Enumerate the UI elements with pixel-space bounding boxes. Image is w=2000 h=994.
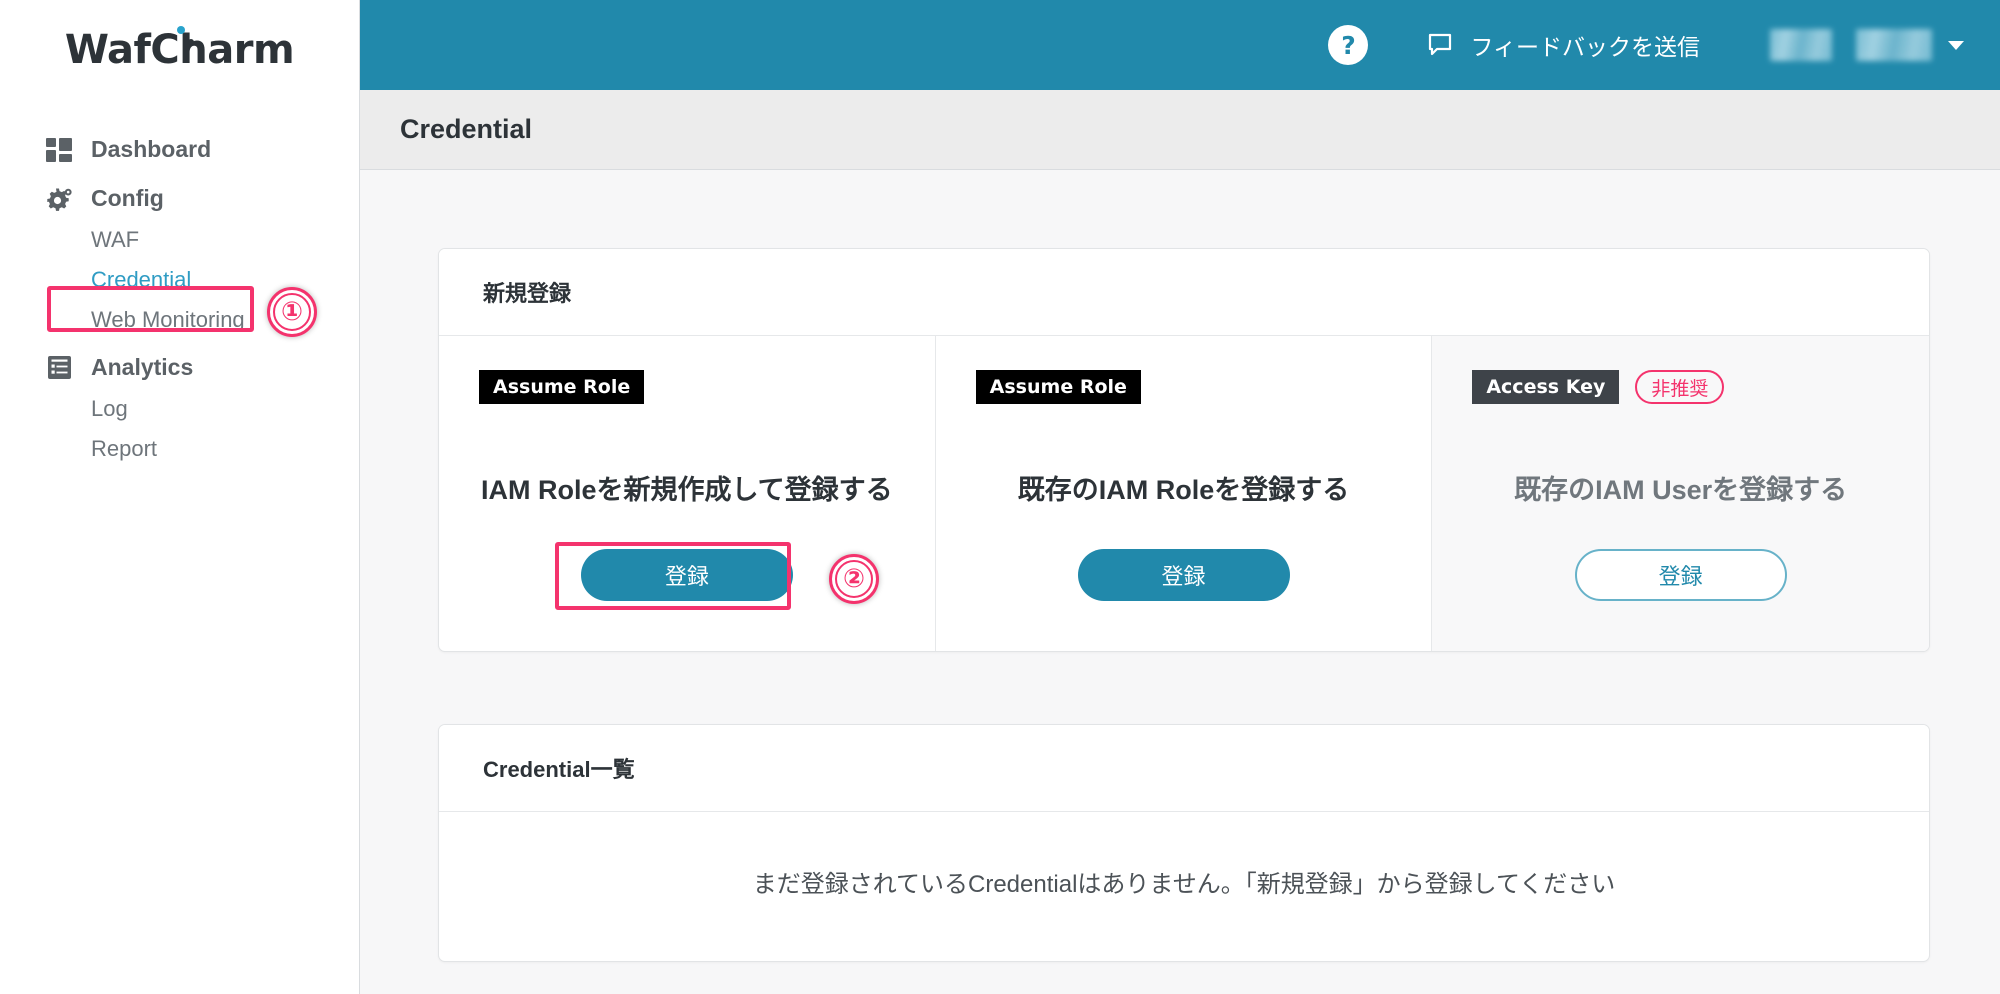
clipboard-list-icon xyxy=(44,355,74,381)
annotation-marker-2: ② xyxy=(829,554,879,604)
register-button-existing-iam-role[interactable]: 登録 xyxy=(1077,549,1290,601)
status-badge-assume-role: Assume Role xyxy=(975,370,1141,404)
registration-options: Assume Role IAM Roleを新規作成して登録する 登録 Assum… xyxy=(439,336,1929,651)
gear-icon xyxy=(44,186,74,212)
registration-option-existing-iam-user: Access Key 非推奨 既存のIAM Userを登録する 登録 xyxy=(1432,336,1929,651)
dashboard-grid-icon xyxy=(44,137,74,163)
sidebar-item-label: Config xyxy=(91,185,164,211)
button-row: 登録 xyxy=(976,549,1392,601)
status-badge-deprecated: 非推奨 xyxy=(1635,370,1725,404)
sidebar-item-label: Analytics xyxy=(91,354,194,380)
button-row: 登録 xyxy=(1472,549,1889,601)
registration-option-title: 既存のIAM Userを登録する xyxy=(1514,475,1848,505)
user-name-masked-first xyxy=(1770,29,1832,61)
annotation-marker-1: ① xyxy=(267,287,317,337)
sidebar-item-report[interactable]: Report xyxy=(0,429,359,469)
speech-bubble-icon xyxy=(1428,33,1454,57)
content-area: 新規登録 Assume Role IAM Roleを新規作成して登録する 登録 xyxy=(360,170,2000,994)
credential-list-empty-message: まだ登録されているCredentialはありません。「新規登録」から登録してくだ… xyxy=(752,871,1616,898)
help-button[interactable]: ? xyxy=(1328,25,1369,65)
app-root: WafCharm Dashboard Config WAF Credential… xyxy=(0,0,2000,994)
page-title: Credential xyxy=(400,114,533,144)
sidebar-subitem-label: Report xyxy=(91,436,158,461)
register-button-new-iam-role[interactable]: 登録 xyxy=(580,549,793,601)
registration-option-title: IAM Roleを新規作成して登録する xyxy=(480,475,893,505)
sidebar-item-log[interactable]: Log xyxy=(0,389,359,429)
brand-logo[interactable]: WafCharm xyxy=(0,0,359,100)
registration-option-title: 既存のIAM Roleを登録する xyxy=(1017,475,1350,505)
sidebar-item-waf[interactable]: WAF xyxy=(0,220,359,260)
badge-row: Access Key 非推奨 xyxy=(1472,370,1889,404)
user-menu[interactable] xyxy=(1770,29,1964,61)
logo-dot-icon xyxy=(176,26,185,34)
status-badge-assume-role: Assume Role xyxy=(479,370,645,404)
registration-option-existing-iam-role: Assume Role 既存のIAM Roleを登録する 登録 xyxy=(936,336,1433,651)
register-button-existing-iam-user[interactable]: 登録 xyxy=(1574,549,1787,601)
sidebar-item-dashboard[interactable]: Dashboard xyxy=(0,128,359,171)
badge-row: Assume Role xyxy=(975,370,1392,404)
chevron-down-icon[interactable] xyxy=(1948,40,1964,50)
badge-row: Assume Role xyxy=(479,370,895,404)
nav-group-dashboard: Dashboard xyxy=(0,128,359,171)
credential-list-header: Credential一覧 xyxy=(439,725,1929,812)
question-mark-icon: ? xyxy=(1341,30,1356,60)
sidebar-subitem-label: WAF xyxy=(91,227,140,252)
sidebar-item-label: Dashboard xyxy=(91,136,212,162)
brand-name-part1: Waf xyxy=(64,27,151,73)
top-bar: ? フィードバックを送信 xyxy=(360,0,2000,90)
registration-option-new-iam-role: Assume Role IAM Roleを新規作成して登録する 登録 xyxy=(439,336,936,651)
brand-logo-text: WafCharm xyxy=(64,26,295,73)
new-registration-header: 新規登録 xyxy=(439,249,1929,336)
sidebar-item-config[interactable]: Config xyxy=(0,177,359,220)
annotation-number: ① xyxy=(280,297,303,327)
sidebar-subitem-label: Credential xyxy=(91,267,192,292)
main-area: ? フィードバックを送信 Credential 新規登録 Assume Role… xyxy=(360,0,2000,994)
nav-group-analytics: Analytics Log Report xyxy=(0,346,359,469)
annotation-number: ② xyxy=(842,564,865,594)
sidebar-subitem-label: Web Monitoring xyxy=(91,307,245,332)
status-badge-access-key: Access Key xyxy=(1472,370,1620,404)
sidebar: WafCharm Dashboard Config WAF Credential… xyxy=(0,0,360,994)
page-title-bar: Credential xyxy=(360,90,2000,170)
logo-dot-small-icon xyxy=(187,39,194,45)
send-feedback-link[interactable]: フィードバックを送信 xyxy=(1428,28,1700,62)
new-registration-card: 新規登録 Assume Role IAM Roleを新規作成して登録する 登録 xyxy=(438,248,1930,652)
user-name-masked-second xyxy=(1856,29,1932,61)
sidebar-subitem-label: Log xyxy=(91,396,128,421)
brand-name-part2: Charm xyxy=(150,27,295,73)
sidebar-item-analytics[interactable]: Analytics xyxy=(0,346,359,389)
credential-list-card: Credential一覧 まだ登録されているCredentialはありません。「… xyxy=(438,724,1930,962)
send-feedback-label: フィードバックを送信 xyxy=(1470,34,1700,60)
